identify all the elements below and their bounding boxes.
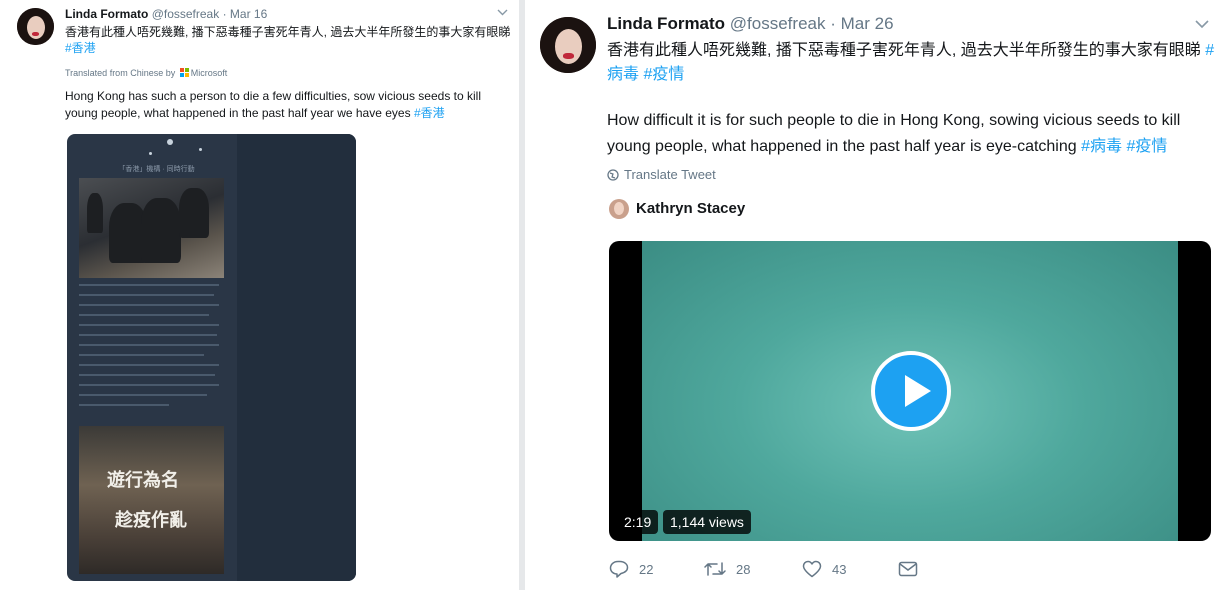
direct-message-button[interactable] — [898, 557, 928, 581]
reply-icon — [609, 560, 629, 578]
hashtag-link[interactable]: #香港 — [65, 41, 96, 55]
text-line — [79, 314, 209, 316]
tweet-text-english: Hong Kong has such a person to die a few… — [65, 89, 482, 120]
retweet-icon — [704, 562, 726, 576]
author-handle[interactable]: @fossefreak — [152, 7, 220, 21]
tweet-text-chinese: 香港有此種人唔死幾難, 播下惡毒種子害死年青人, 過去大半年所發生的事大家有眼睇… — [607, 42, 1215, 83]
like-icon — [802, 560, 822, 578]
hashtag-link[interactable]: #病毒 #疫情 — [1081, 138, 1167, 155]
tweet-header: Linda Formato @fossefreak · Mar 26 — [607, 14, 894, 34]
like-button[interactable]: 43 — [802, 557, 846, 581]
text-line — [79, 344, 219, 346]
tweet-text-chinese: 香港有此種人唔死幾難, 播下惡毒種子害死年青人, 過去大半年所發生的事大家有眼睇… — [65, 25, 511, 55]
tweet-actions: 22 28 43 — [609, 557, 929, 581]
globe-icon — [607, 169, 619, 184]
tweet-date[interactable]: Mar 26 — [841, 14, 894, 33]
video-duration: 2:19 — [617, 510, 659, 534]
direct-message-icon — [898, 561, 918, 577]
text-line — [79, 294, 214, 296]
translate-tweet-button[interactable]: Translate Tweet — [607, 167, 716, 184]
poster-title-2: 趁疫作亂 — [115, 510, 187, 531]
retweet-button[interactable]: 28 — [704, 557, 750, 581]
tweet-image[interactable]: 「香港」機構 · 同時行動 遊行為名 趁疫作亂 — [67, 134, 356, 581]
avatar[interactable] — [540, 17, 596, 73]
text-line — [79, 374, 215, 376]
reply-button[interactable]: 22 — [609, 557, 653, 581]
chevron-down-icon[interactable] — [497, 5, 508, 19]
poster-photo: 遊行為名 趁疫作亂 — [79, 426, 224, 574]
play-icon — [905, 375, 931, 407]
tweet-text-english: How difficult it is for such people to d… — [607, 112, 1181, 155]
text-line — [79, 404, 169, 406]
text-line — [79, 304, 219, 306]
chevron-down-icon[interactable] — [1195, 16, 1209, 33]
decor-dot — [167, 139, 173, 145]
protest-photo — [79, 178, 224, 278]
tweet-date[interactable]: Mar 16 — [230, 7, 267, 21]
video-views: 1,144 views — [663, 510, 751, 534]
decor-dot — [149, 152, 152, 155]
text-line — [79, 364, 219, 366]
translated-from-label: Translated from Chinese by Microsoft — [65, 68, 228, 78]
text-line — [79, 334, 217, 336]
like-count: 43 — [832, 561, 847, 577]
play-button[interactable] — [871, 351, 951, 431]
author-handle[interactable]: @fossefreak — [730, 14, 826, 33]
image-caption: 「香港」機構 · 同時行動 — [118, 166, 195, 173]
text-line — [79, 354, 204, 356]
video-player[interactable]: 2:19 1,144 views — [609, 241, 1211, 541]
reply-count: 22 — [639, 561, 654, 577]
right-tweet: Linda Formato @fossefreak · Mar 26 香港有此種… — [525, 0, 1225, 590]
text-line — [79, 284, 219, 286]
retweet-count: 28 — [736, 561, 751, 577]
image-sidebar — [237, 134, 356, 581]
text-line — [79, 324, 219, 326]
text-line — [79, 384, 219, 386]
text-line — [79, 394, 207, 396]
microsoft-logo-icon — [179, 68, 189, 77]
left-tweet: Linda Formato @fossefreak · Mar 16 香港有此種… — [0, 0, 519, 590]
tweet-header: Linda Formato @fossefreak · Mar 16 — [65, 7, 267, 21]
quoted-user-name: Kathryn Stacey — [636, 200, 746, 217]
poster-title-1: 遊行為名 — [107, 470, 179, 491]
separator: · — [830, 14, 836, 33]
avatar — [609, 199, 629, 219]
separator: · — [222, 7, 227, 21]
hashtag-link[interactable]: #香港 — [414, 106, 445, 120]
avatar[interactable] — [17, 8, 54, 45]
decor-dot — [199, 148, 202, 151]
author-name[interactable]: Linda Formato — [607, 14, 725, 33]
translator-name: Microsoft — [190, 68, 228, 78]
author-name[interactable]: Linda Formato — [65, 7, 148, 21]
